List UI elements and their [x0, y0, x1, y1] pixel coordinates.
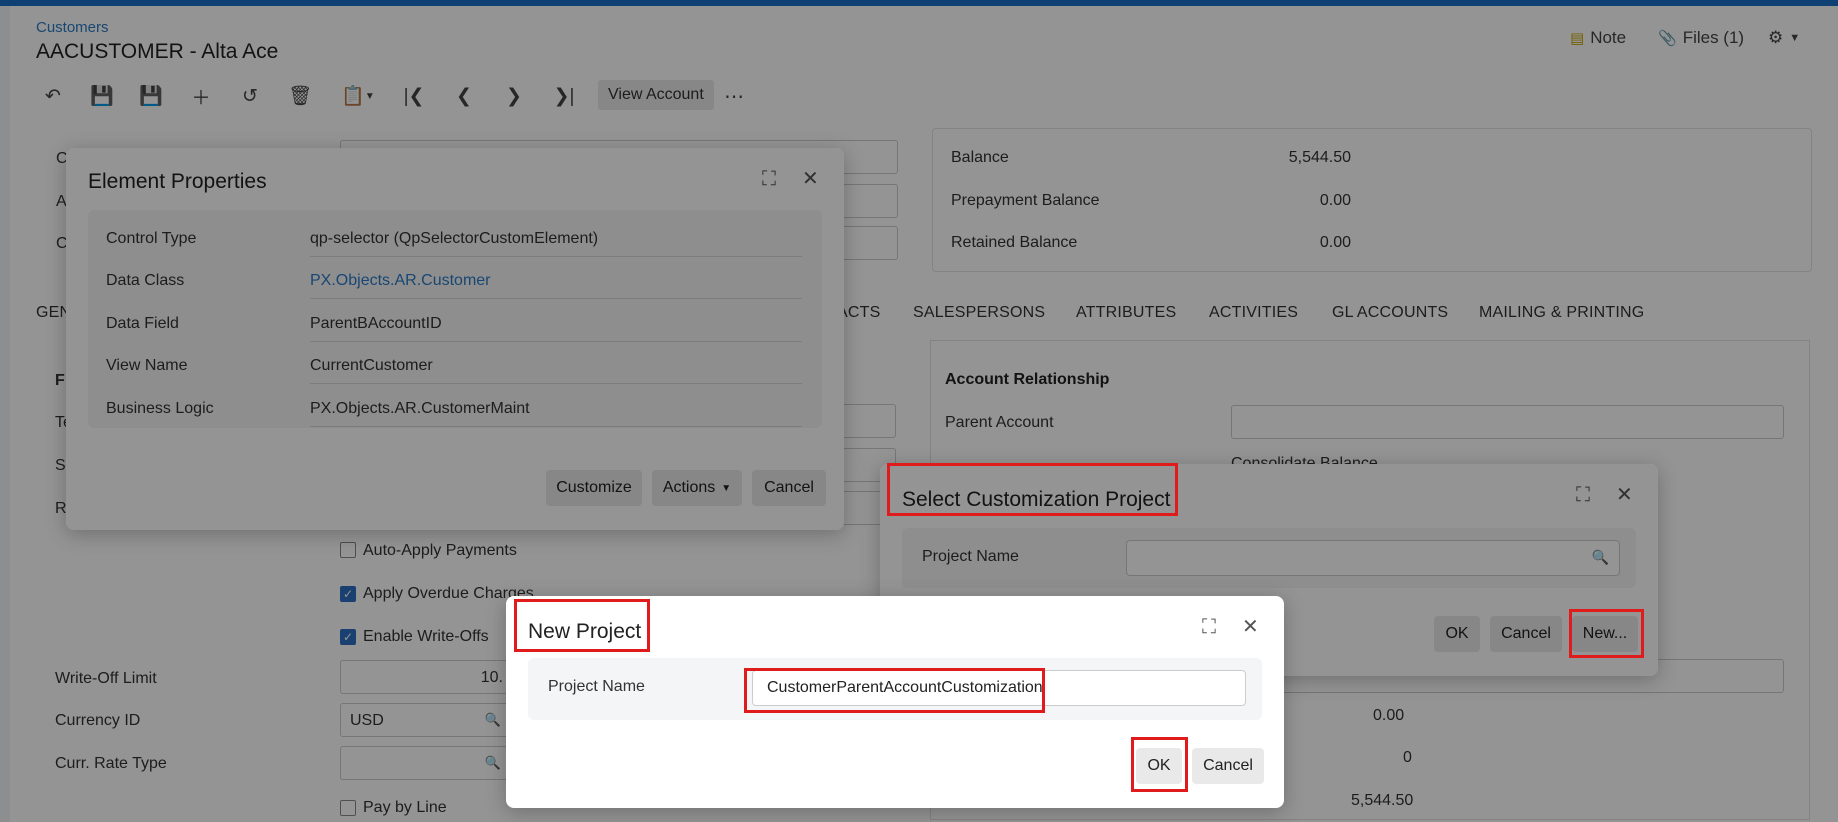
- highlight-box: [514, 599, 650, 652]
- highlight-box: [1569, 609, 1644, 658]
- highlight-box: [744, 668, 1045, 713]
- close-icon[interactable]: ✕: [1242, 614, 1259, 639]
- cancel-button[interactable]: Cancel: [1192, 748, 1264, 784]
- maximize-icon[interactable]: ⛶: [1202, 616, 1216, 639]
- dialog-shade: [66, 148, 844, 530]
- project-name-label: Project Name: [548, 678, 645, 695]
- highlight-box: [1131, 737, 1188, 792]
- highlight-box: [887, 463, 1178, 516]
